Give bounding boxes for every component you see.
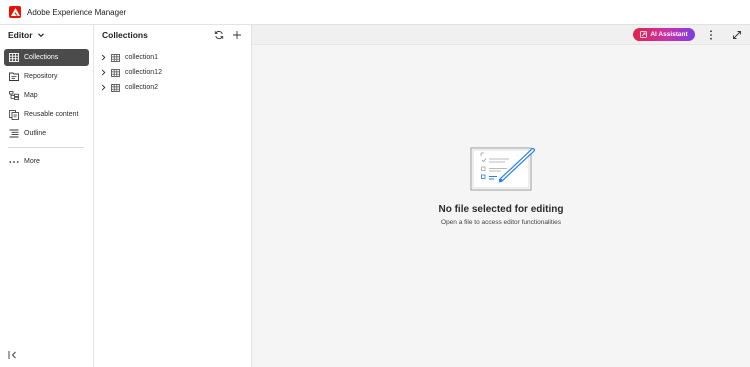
collapse-sidebar-icon[interactable] [8,350,18,360]
sidebar-item-label: Map [24,92,38,99]
panel-actions [214,30,242,40]
editor-switcher-label: Editor [8,30,33,40]
empty-state: No file selected for editing Open a file… [252,140,750,226]
ai-assistant-button[interactable]: AI Assistant [633,28,695,41]
more-vertical-icon[interactable] [708,30,714,40]
app-title: Adobe Experience Manager [27,7,127,17]
sidebar-item-label: Repository [24,73,58,80]
sidebar-item-label: More [24,158,40,165]
expand-icon[interactable] [732,30,742,40]
sidebar-item-label: Collections [24,54,59,61]
adobe-logo-icon [9,6,21,18]
refresh-icon[interactable] [214,30,224,40]
empty-state-title: No file selected for editing [438,204,564,215]
tree-item-label: collection12 [125,69,162,76]
empty-state-subtitle: Open a file to access editor functionali… [441,219,561,226]
map-icon [9,91,19,101]
grid-icon [9,53,19,63]
collections-panel-header: Collections [94,25,251,45]
sidebar-divider [8,147,84,148]
chevron-down-icon [37,33,44,38]
ai-assistant-label: AI Assistant [650,31,688,38]
tree-item-label: collection2 [125,84,159,91]
grid-icon [111,83,120,92]
reusable-content-icon [9,109,19,120]
repository-icon [9,72,19,82]
grid-icon [111,53,120,62]
sidebar-item-map[interactable]: Map [4,87,89,104]
chevron-right-icon[interactable] [100,69,107,76]
sidebar-item-more[interactable]: More [4,153,89,170]
editing-illustration-icon [470,147,535,191]
left-sidebar: Editor Collections Repository Map Reusab… [0,25,94,367]
grid-icon [111,68,120,77]
sidebar-nav: Collections Repository Map Reusable cont… [0,49,93,170]
collections-tree: collection1 collection12 collection2 [94,50,251,95]
chevron-right-icon[interactable] [100,54,107,61]
outline-icon [9,129,19,139]
chevron-right-icon[interactable] [100,84,107,91]
tree-item[interactable]: collection2 [94,80,251,95]
add-icon[interactable] [232,30,242,40]
tree-item[interactable]: collection1 [94,50,251,65]
tree-item-label: collection1 [125,54,159,61]
editor-area: AI Assistant No file selected for editin… [252,25,750,367]
editor-switcher[interactable]: Editor [0,25,93,45]
sidebar-item-label: Reusable content [24,111,79,118]
collections-panel: Collections collection1 collection12 col… [94,25,252,367]
more-horizontal-icon [9,157,19,167]
sidebar-item-reusable-content[interactable]: Reusable content [4,106,89,123]
sidebar-item-repository[interactable]: Repository [4,68,89,85]
panel-title: Collections [102,30,148,40]
sidebar-item-collections[interactable]: Collections [4,49,89,66]
editor-toolbar: AI Assistant [252,25,750,45]
sidebar-item-label: Outline [24,130,47,137]
app-header: Adobe Experience Manager [0,0,750,25]
sidebar-item-outline[interactable]: Outline [4,125,89,142]
tree-item[interactable]: collection12 [94,65,251,80]
ai-assistant-icon [640,31,648,38]
